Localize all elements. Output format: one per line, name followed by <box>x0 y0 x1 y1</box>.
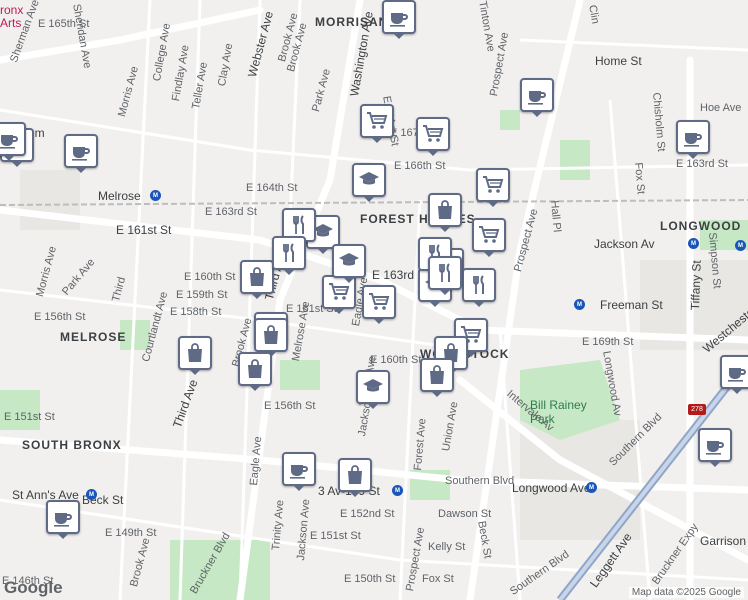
transit-station-icon[interactable]: M <box>586 482 597 493</box>
street-e156th-c: E 156th St <box>264 400 316 412</box>
street-kelly: Dawson St <box>438 508 492 520</box>
street-lafa: Garrison Ave <box>700 534 748 548</box>
google-logo: Google <box>4 578 63 597</box>
station-longwood: Longwood Ave <box>512 481 591 495</box>
street-e152nd: E 152nd St <box>340 508 395 520</box>
street-beck: Kelly St <box>428 541 466 553</box>
street-fox-south: Fox St <box>422 573 454 585</box>
station-intervale: Freeman St <box>600 298 663 312</box>
street-e156th: E 156th St <box>34 311 86 323</box>
coffee-cup-icon <box>706 441 724 455</box>
shopping-cart-icon <box>483 176 504 193</box>
fork-knife-icon <box>293 215 304 234</box>
shopping-bag-marker[interactable] <box>420 358 454 397</box>
coffee-cup-icon <box>54 513 72 527</box>
shopping-cart-icon <box>479 226 500 243</box>
transit-station-icon[interactable]: M <box>574 299 585 310</box>
graduation-cap-marker[interactable] <box>332 244 366 283</box>
shopping-cart-icon <box>329 283 350 300</box>
shopping-bag-marker[interactable] <box>238 352 272 391</box>
shopping-bag-icon <box>430 365 444 384</box>
graduation-cap-icon <box>359 172 379 185</box>
shopping-cart-marker[interactable] <box>360 104 394 143</box>
coffee-cup-marker[interactable] <box>720 355 748 394</box>
shopping-cart-marker[interactable] <box>416 117 450 156</box>
shopping-bag-icon <box>248 359 262 378</box>
graduation-cap-icon <box>363 379 383 392</box>
transit-station-icon[interactable]: M <box>735 240 746 251</box>
shopping-bag-icon <box>188 343 202 362</box>
highway-278-shield: 278 <box>688 404 706 415</box>
coffee-cup-marker[interactable] <box>676 120 710 159</box>
shopping-bag-icon <box>250 267 264 286</box>
street-e159th: E 159th St <box>176 289 228 301</box>
station-melrose: Melrose <box>98 189 141 203</box>
fork-knife-marker[interactable] <box>428 256 462 295</box>
street-southern-north: Tiffany St <box>688 259 704 311</box>
fork-knife-marker[interactable] <box>272 236 306 275</box>
street-e166th: E 166th St <box>394 160 446 172</box>
shopping-cart-icon <box>369 293 390 310</box>
map-attribution: Map data ©2025 Google <box>628 587 744 598</box>
coffee-cup-icon <box>72 147 90 161</box>
transit-station-icon[interactable]: M <box>392 485 403 496</box>
coffee-cup-marker[interactable] <box>46 500 80 539</box>
shopping-bag-icon <box>438 200 452 219</box>
coffee-cup-icon <box>684 133 702 147</box>
shopping-bag-marker[interactable] <box>338 458 372 497</box>
street-dawson: Southern Blvd <box>445 475 515 487</box>
fork-knife-icon <box>473 275 484 294</box>
street-e164th: E 164th St <box>246 182 298 194</box>
graduation-cap-marker[interactable] <box>352 163 386 202</box>
street-e161st: E 161st St <box>116 223 172 237</box>
street-e151st: E 151st St <box>4 411 55 423</box>
shopping-cart-icon <box>423 125 444 142</box>
graduation-cap-marker[interactable] <box>356 370 390 409</box>
street-e167th-east: E 163rd St <box>676 158 728 170</box>
coffee-cup-marker[interactable] <box>64 134 98 173</box>
coffee-cup-icon <box>0 135 18 149</box>
fork-knife-icon <box>283 243 294 262</box>
shopping-bag-marker[interactable] <box>240 260 274 299</box>
coffee-cup-marker[interactable] <box>0 122 26 161</box>
map-canvas[interactable]: MORRISANIA FOREST HOUSES LONGWOOD MELROS… <box>0 0 748 600</box>
coffee-cup-marker[interactable] <box>282 452 316 491</box>
street-e163rd-west: E 163rd St <box>205 206 257 218</box>
shopping-bag-icon <box>348 465 362 484</box>
coffee-cup-icon <box>728 368 746 382</box>
shopping-cart-marker[interactable] <box>472 218 506 257</box>
fork-knife-marker[interactable] <box>462 268 496 307</box>
street-freeman: Home St <box>595 54 642 68</box>
shopping-bag-marker[interactable] <box>428 193 462 232</box>
shopping-cart-icon <box>367 112 388 129</box>
street-e158th: E 158th St <box>170 306 222 318</box>
street-home: Hoe Ave <box>700 102 742 114</box>
coffee-cup-marker[interactable] <box>382 0 416 39</box>
transit-station-icon[interactable]: M <box>86 489 97 500</box>
street-e163rd-east: E 169th St <box>582 336 634 348</box>
coffee-cup-icon <box>528 91 546 105</box>
transit-station-icon[interactable]: M <box>150 190 161 201</box>
coffee-cup-marker[interactable] <box>698 428 732 467</box>
coffee-cup-icon <box>390 13 408 27</box>
shopping-cart-marker[interactable] <box>362 285 396 324</box>
neighborhood-south-bronx: SOUTH BRONX <box>22 438 122 452</box>
coffee-cup-marker[interactable] <box>520 78 554 117</box>
graduation-cap-icon <box>339 253 359 266</box>
coffee-cup-icon <box>290 465 308 479</box>
transit-station-icon[interactable]: M <box>688 238 699 249</box>
station-simpson: Jackson Av <box>594 237 655 251</box>
neighborhood-longwood: LONGWOOD <box>660 219 742 233</box>
street-e160th: E 160th St <box>184 271 236 283</box>
shopping-bag-marker[interactable] <box>178 336 212 375</box>
street-e151st-c: E 151st St <box>310 530 361 542</box>
street-e150th: E 150th St <box>344 573 396 585</box>
fork-knife-icon <box>439 263 450 282</box>
street-e149th: E 149th St <box>105 527 157 539</box>
shopping-bag-marker[interactable] <box>254 318 288 357</box>
shopping-bag-icon <box>264 325 278 344</box>
shopping-cart-marker[interactable] <box>476 168 510 207</box>
neighborhood-melrose: MELROSE <box>60 330 127 344</box>
